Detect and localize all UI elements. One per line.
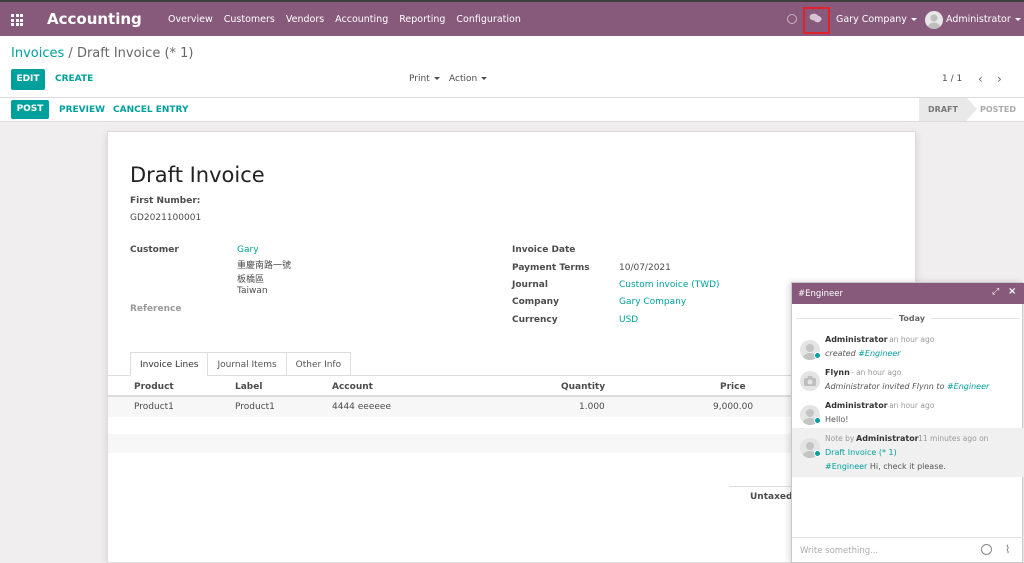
- pager-value: 1 / 1: [942, 74, 963, 84]
- create-button[interactable]: CREATE: [55, 74, 93, 84]
- menu-customers[interactable]: Customers: [224, 14, 275, 25]
- address-line-3: Taiwan: [237, 286, 268, 296]
- paperclip-icon[interactable]: ⌇: [1005, 543, 1010, 556]
- chat-header[interactable]: #Engineer ⤢ ×: [792, 283, 1024, 304]
- message-author[interactable]: Administrator: [825, 335, 888, 344]
- currency-label: Currency: [512, 315, 558, 325]
- main-menu: Overview Customers Vendors Accounting Re…: [168, 14, 521, 25]
- breadcrumb-current: Draft Invoice (* 1): [76, 46, 194, 61]
- message-body: Administrator invited Flynn to #Engineer: [825, 382, 990, 391]
- col-account[interactable]: Account: [332, 382, 373, 392]
- col-quantity[interactable]: Quantity: [561, 382, 605, 392]
- first-number-value: GD2021100001: [130, 213, 202, 223]
- online-status-icon: [814, 352, 821, 359]
- menu-vendors[interactable]: Vendors: [286, 14, 324, 25]
- note-body: #Engineer Hi, check it please.: [825, 462, 946, 471]
- app-title: Accounting: [47, 10, 142, 28]
- company-switcher[interactable]: Gary Company: [836, 14, 917, 25]
- col-price[interactable]: Price: [720, 382, 746, 392]
- message-time: - an hour ago: [884, 335, 935, 344]
- clock-icon[interactable]: [787, 14, 797, 24]
- tab-journal-items[interactable]: Journal Items: [207, 352, 287, 376]
- action-dropdown[interactable]: Action: [449, 74, 488, 84]
- invoice-date-label: Invoice Date: [512, 245, 576, 255]
- menu-reporting[interactable]: Reporting: [399, 14, 445, 25]
- message-body: created #Engineer: [825, 349, 901, 358]
- menu-accounting[interactable]: Accounting: [335, 14, 388, 25]
- close-icon[interactable]: ×: [1008, 286, 1016, 297]
- post-button[interactable]: POST: [11, 100, 49, 119]
- tab-other-info[interactable]: Other Info: [285, 352, 352, 376]
- cell-quantity: 1.000: [579, 402, 605, 412]
- stage-draft: DRAFT: [919, 98, 977, 121]
- first-number-label: First Number:: [130, 196, 201, 206]
- print-dropdown[interactable]: Print: [409, 74, 440, 84]
- note-time: - 11 minutes ago on: [913, 434, 989, 443]
- payment-terms-label: Payment Terms: [512, 263, 590, 273]
- cell-label: Product1: [235, 402, 275, 412]
- breadcrumb-separator: /: [68, 46, 73, 61]
- online-status-icon: [814, 450, 821, 457]
- message-author[interactable]: Flynn: [825, 368, 850, 377]
- breadcrumb: Invoices / Draft Invoice (* 1): [11, 46, 194, 61]
- stage-posted[interactable]: POSTED: [980, 98, 1016, 121]
- col-product[interactable]: Product: [134, 382, 174, 392]
- chat-window: #Engineer ⤢ × Today Administrator - an h…: [791, 282, 1024, 563]
- emoji-icon[interactable]: [981, 544, 992, 555]
- company-link[interactable]: Gary Company: [619, 297, 686, 307]
- cell-price: 9,000.00: [713, 402, 754, 412]
- cell-product: Product1: [134, 402, 174, 412]
- chat-day-separator: Today: [893, 314, 931, 323]
- user-menu[interactable]: Administrator: [946, 14, 1021, 25]
- chat-message-input[interactable]: Write something...: [800, 546, 878, 556]
- customer-label: Customer: [130, 245, 179, 255]
- online-status-icon: [814, 417, 821, 424]
- pager-prev-icon[interactable]: ‹: [978, 72, 983, 86]
- note-author[interactable]: Administrator: [856, 434, 919, 443]
- col-label[interactable]: Label: [235, 382, 262, 392]
- currency-link[interactable]: USD: [619, 315, 638, 325]
- journal-label: Journal: [512, 280, 548, 290]
- address-line-1: 重慶南路一號: [237, 261, 292, 271]
- cancel-entry-button[interactable]: CANCEL ENTRY: [113, 105, 189, 115]
- message-body: Hello!: [825, 415, 849, 424]
- user-avatar[interactable]: [925, 11, 943, 29]
- notebook-tabs: Invoice Lines Journal Items Other Info: [130, 352, 352, 376]
- message-author[interactable]: Administrator: [825, 401, 888, 410]
- chat-title: #Engineer: [798, 289, 843, 299]
- menu-overview[interactable]: Overview: [168, 14, 213, 25]
- menu-configuration[interactable]: Configuration: [456, 14, 520, 25]
- breadcrumb-invoices[interactable]: Invoices: [11, 46, 64, 61]
- address-line-2: 板橋區: [237, 275, 265, 285]
- cell-account: 4444 eeeeee: [332, 402, 391, 412]
- message-time: - an hour ago: [851, 368, 902, 377]
- pager-next-icon[interactable]: ›: [997, 72, 1002, 86]
- camera-avatar-icon[interactable]: [800, 371, 820, 391]
- status-bar: POST PREVIEW CANCEL ENTRY DRAFT POSTED: [0, 98, 1024, 122]
- apps-grid-icon[interactable]: [11, 14, 23, 26]
- message-time: - an hour ago: [884, 401, 935, 410]
- payment-terms-value: 10/07/2021: [619, 263, 671, 273]
- note-record-link[interactable]: Draft Invoice (* 1): [825, 448, 897, 457]
- expand-icon[interactable]: ⤢: [992, 287, 999, 297]
- control-panel: Invoices / Draft Invoice (* 1) EDIT CREA…: [0, 36, 1024, 98]
- preview-button[interactable]: PREVIEW: [59, 105, 105, 115]
- reference-label: Reference: [130, 304, 182, 314]
- note-prefix: Note by: [825, 434, 855, 443]
- edit-button[interactable]: EDIT: [11, 69, 45, 90]
- tab-invoice-lines[interactable]: Invoice Lines: [130, 352, 209, 376]
- customer-link[interactable]: Gary: [237, 245, 259, 255]
- journal-link[interactable]: Custom invoice (TWD): [619, 280, 720, 290]
- top-navbar: Accounting Overview Customers Vendors Ac…: [0, 0, 1024, 36]
- company-label: Company: [512, 297, 559, 307]
- chat-bubbles-icon[interactable]: [809, 13, 822, 23]
- invoice-title: Draft Invoice: [130, 163, 265, 187]
